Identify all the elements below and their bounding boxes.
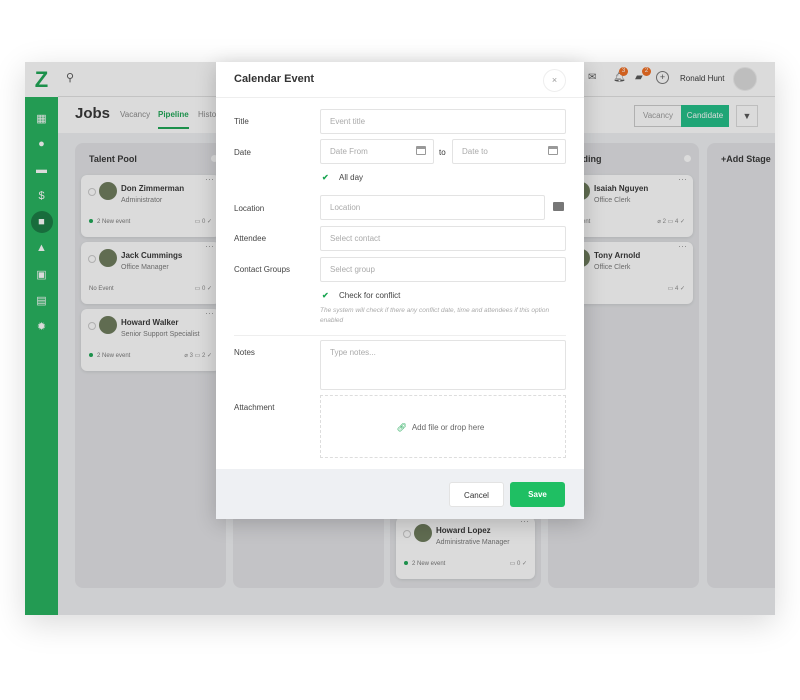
date-to-input[interactable]: Date to: [452, 139, 566, 164]
modal-title: Calendar Event: [234, 73, 315, 85]
check-icon: ✔: [322, 291, 329, 300]
link-icon: 🔗︎: [396, 423, 407, 432]
close-button[interactable]: ×: [543, 69, 566, 92]
check-conflict-label: Check for conflict: [339, 291, 401, 300]
attendee-label: Attendee: [234, 234, 267, 243]
attendee-select[interactable]: Select contact: [320, 226, 566, 251]
all-day-checkbox[interactable]: ✔ All day: [322, 173, 363, 182]
calendar-event-modal: Calendar Event × Title Event title Date …: [216, 62, 584, 519]
date-label: Date: [234, 148, 251, 157]
contact-groups-select[interactable]: Select group: [320, 257, 566, 282]
modal-footer: Cancel Save: [216, 469, 584, 519]
notes-label: Notes: [234, 348, 255, 357]
divider: [234, 335, 566, 336]
dropzone-label: Add file or drop here: [411, 423, 485, 432]
calendar-icon[interactable]: [416, 146, 426, 155]
location-input[interactable]: Location: [320, 195, 545, 220]
attachment-label: Attachment: [234, 403, 275, 412]
contact-groups-label: Contact Groups: [234, 265, 291, 274]
check-icon: ✔: [322, 173, 329, 182]
calendar-icon[interactable]: [548, 146, 558, 155]
check-conflict-checkbox[interactable]: ✔ Check for conflict: [322, 291, 400, 300]
location-label: Location: [234, 204, 265, 213]
cancel-button[interactable]: Cancel: [449, 482, 504, 507]
to-label: to: [439, 148, 446, 157]
save-button[interactable]: Save: [510, 482, 565, 507]
date-from-placeholder: Date From: [330, 147, 368, 156]
date-from-input[interactable]: Date From: [320, 139, 434, 164]
title-input[interactable]: Event title: [320, 109, 566, 134]
title-label: Title: [234, 117, 249, 126]
attachment-dropzone[interactable]: 🔗︎ Add file or drop here: [320, 395, 566, 458]
map-comment-icon[interactable]: [553, 202, 564, 211]
all-day-label: All day: [339, 173, 364, 182]
notes-textarea[interactable]: Type notes...: [320, 340, 566, 390]
conflict-hint: The system will check if there any confl…: [320, 307, 550, 324]
date-to-placeholder: Date to: [462, 147, 488, 156]
